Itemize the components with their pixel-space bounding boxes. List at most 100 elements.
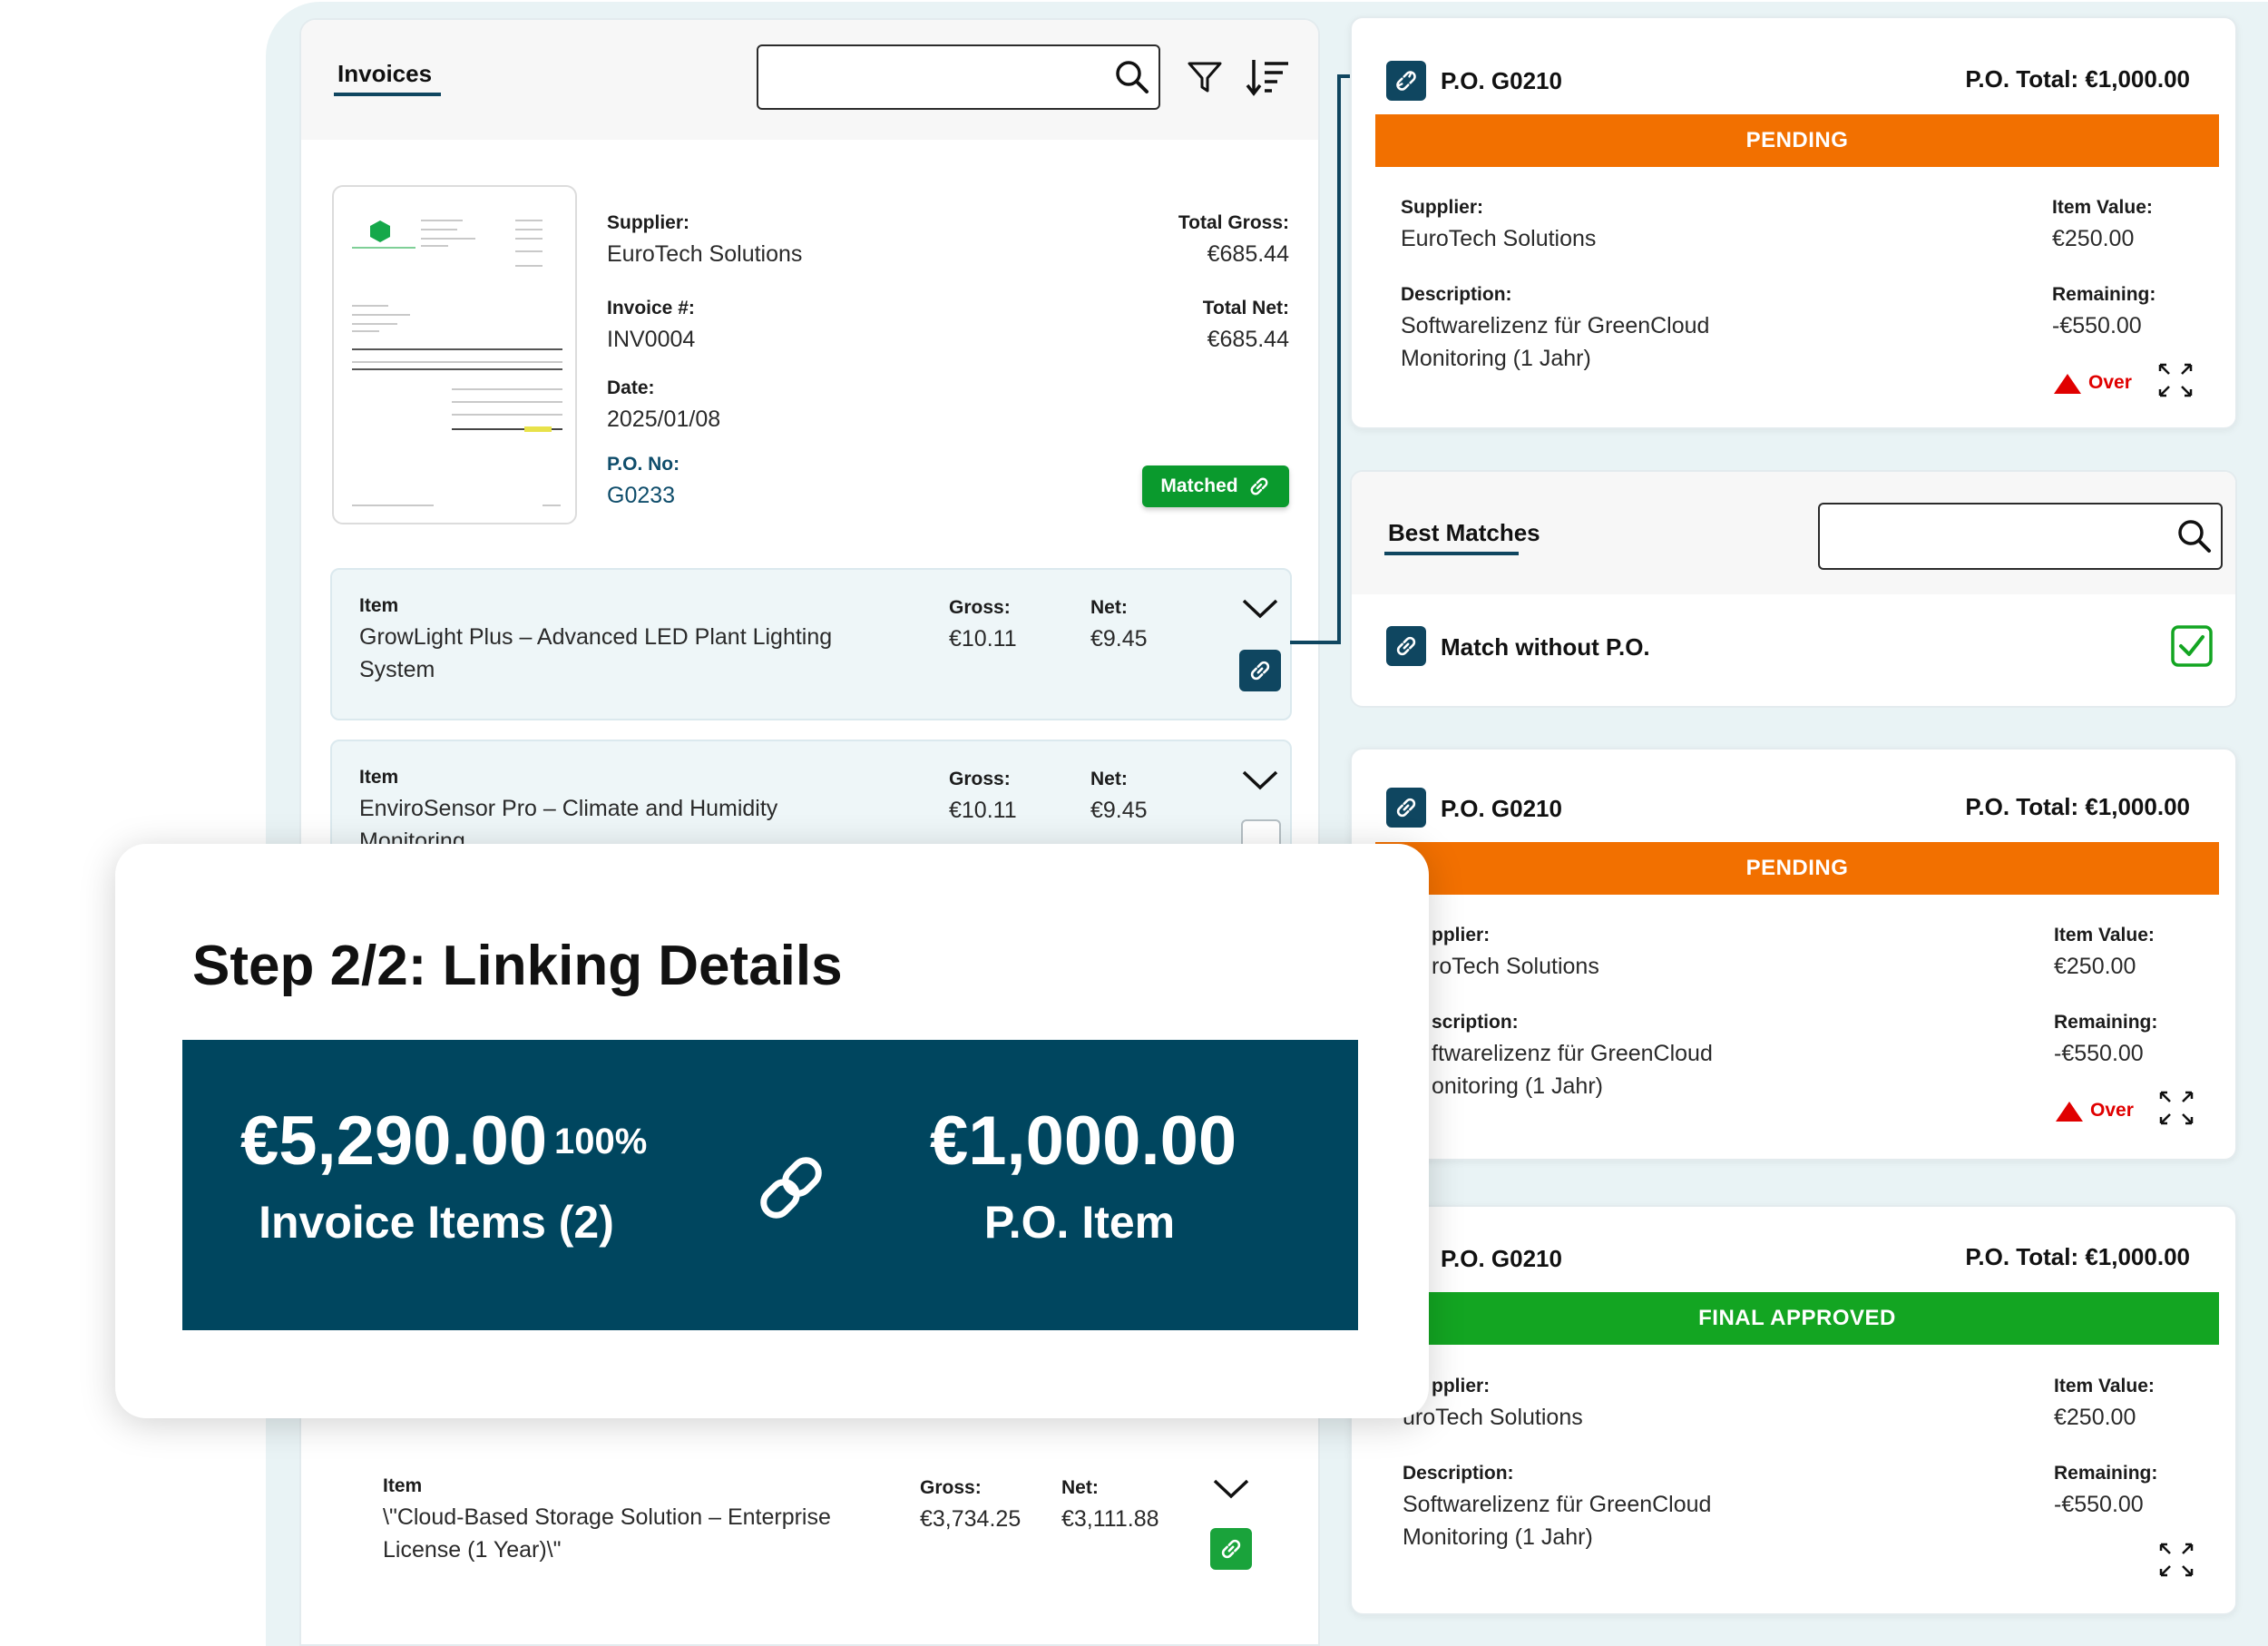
item-label: Item [383,1475,423,1496]
po-item-value: €250.00 [2054,954,2136,979]
invoice-items-label: Invoice Items (2) [259,1197,614,1248]
po-item-value-label: Item Value: [2052,197,2153,218]
chevron-down-icon[interactable] [1241,769,1279,792]
sort-icon[interactable] [1245,56,1292,98]
chevron-down-icon[interactable] [1241,597,1279,621]
po-description-line1: Softwarelizenz für GreenCloud [1401,313,1710,338]
expand-icon[interactable] [2157,1089,2195,1127]
po-item-value-label: Item Value: [2054,1376,2155,1396]
po-card[interactable]: P.O. G0210 P.O. Total: €1,000.00 PENDING… [1350,16,2237,429]
item-name-line2: System [359,657,435,682]
invoice-item-row[interactable]: Item \"Cloud-Based Storage Solution – En… [354,1434,1270,1615]
link-item-button[interactable] [1239,650,1281,691]
po-description-line1: Softwarelizenz für GreenCloud [1403,1492,1712,1517]
po-total: P.O. Total: €1,000.00 [1965,65,2190,93]
po-item-value: €250.00 [2052,226,2135,251]
matched-badge[interactable]: Matched [1142,465,1289,507]
tab-best-matches[interactable]: Best Matches [1388,519,1540,547]
match-without-po-label: Match without P.O. [1441,633,1650,661]
po-amount: €1,000.00 [930,1102,1237,1180]
item-label: Item [359,595,399,616]
invoice-number-label: Invoice #: [607,298,695,318]
po-description-line2: Monitoring (1 Jahr) [1401,346,1591,371]
po-supplier-label: Supplier: [1401,197,1484,218]
po-number-label: P.O. No: [607,454,680,475]
item-net-value: €3,111.88 [1061,1506,1159,1532]
po-card[interactable]: P.O. G0210 P.O. Total: €1,000.00 PENDING… [1350,748,2237,1161]
date-value: 2025/01/08 [607,407,721,432]
po-description-line2: Monitoring (1 Jahr) [1403,1524,1593,1550]
item-gross-value: €10.11 [949,626,1017,652]
po-description-line2: onitoring (1 Jahr) [1432,1073,1603,1099]
checkbox-checked-icon[interactable] [2170,624,2214,668]
filter-icon[interactable] [1186,58,1224,96]
supplier-value: EuroTech Solutions [607,241,803,267]
over-label: Over [2088,372,2132,393]
po-remaining-value: -€550.00 [2052,313,2142,338]
best-matches-search-input[interactable] [1818,503,2223,570]
over-label: Over [2090,1100,2134,1121]
dialog-title: Step 2/2: Linking Details [192,935,843,997]
po-remaining-value: -€550.00 [2054,1492,2144,1517]
match-link-icon [1386,626,1426,666]
po-remaining-label: Remaining: [2054,1012,2158,1033]
po-status-bar: PENDING [1375,114,2219,167]
linking-details-dialog: Step 2/2: Linking Details €5,290.00 100%… [115,844,1429,1418]
po-remaining-value: -€550.00 [2054,1041,2144,1066]
item-net-value: €9.45 [1090,798,1148,823]
tab-best-matches-label: Best Matches [1388,519,1540,546]
po-description-label: Description: [1401,284,1512,305]
search-icon [1116,61,1149,93]
link-icon [1221,1539,1241,1559]
supplier-logo-icon [370,220,390,242]
invoice-search-input[interactable] [757,44,1160,110]
invoice-amount: €5,290.00 [240,1102,548,1180]
total-gross-value: €685.44 [1207,241,1289,267]
item-gross-label: Gross: [949,597,1011,618]
po-title: P.O. G0210 [1441,1245,1562,1272]
item-name-line1: EnviroSensor Pro – Climate and Humidity [359,796,778,821]
link-icon [1250,661,1270,681]
link-icon [1396,636,1416,656]
chevron-down-icon[interactable] [1212,1477,1250,1501]
po-card[interactable]: P.O. G0210 P.O. Total: €1,000.00 FINAL A… [1350,1205,2237,1615]
po-number-link[interactable]: G0233 [607,483,675,509]
link-connector [1290,641,1341,644]
po-status-bar: FINAL APPROVED [1375,1292,2219,1345]
supplier-label: Supplier: [607,212,690,233]
po-remaining-label: Remaining: [2052,284,2156,305]
link-connector [1337,74,1341,644]
best-matches-panel: Best Matches Match without P.O. [1350,470,2237,708]
link-icon [1250,477,1268,495]
po-remaining-label: Remaining: [2054,1463,2158,1484]
expand-icon[interactable] [2157,1541,2195,1579]
tab-invoices-label: Invoices [337,60,433,87]
invoice-percent: 100% [554,1122,648,1161]
tab-invoices[interactable]: Invoices [337,60,432,88]
expand-icon[interactable] [2156,361,2195,399]
item-net-value: €9.45 [1090,626,1148,652]
po-supplier-value: roTech Solutions [1432,954,1599,979]
tab-active-underline [1384,552,1519,555]
po-item-label: P.O. Item [983,1197,1176,1248]
po-supplier-value: EuroTech Solutions [1401,226,1597,251]
item-net-label: Net: [1090,769,1128,789]
total-gross-label: Total Gross: [1178,212,1289,233]
linking-summary-band: €5,290.00 100% Invoice Items (2) €1,000.… [182,1040,1358,1330]
date-label: Date: [607,377,655,398]
po-description-label: scription: [1432,1012,1519,1033]
item-name-line2: License (1 Year)\" [383,1537,562,1563]
po-status-bar: PENDING [1375,842,2219,895]
invoice-thumbnail[interactable] [332,185,577,524]
po-total: P.O. Total: €1,000.00 [1965,1243,2190,1270]
warning-triangle-icon [2054,374,2081,394]
invoice-item-row[interactable]: Item GrowLight Plus – Advanced LED Plant… [330,568,1292,720]
po-total: P.O. Total: €1,000.00 [1965,793,2190,820]
link-item-button[interactable] [1210,1528,1252,1570]
po-description-line1: ftwarelizenz für GreenCloud [1432,1041,1713,1066]
broken-link-icon [1396,71,1416,91]
item-net-label: Net: [1061,1477,1099,1498]
po-item-value-label: Item Value: [2054,925,2155,945]
search-icon [2178,520,2211,553]
po-supplier-label: pplier: [1432,1376,1491,1396]
